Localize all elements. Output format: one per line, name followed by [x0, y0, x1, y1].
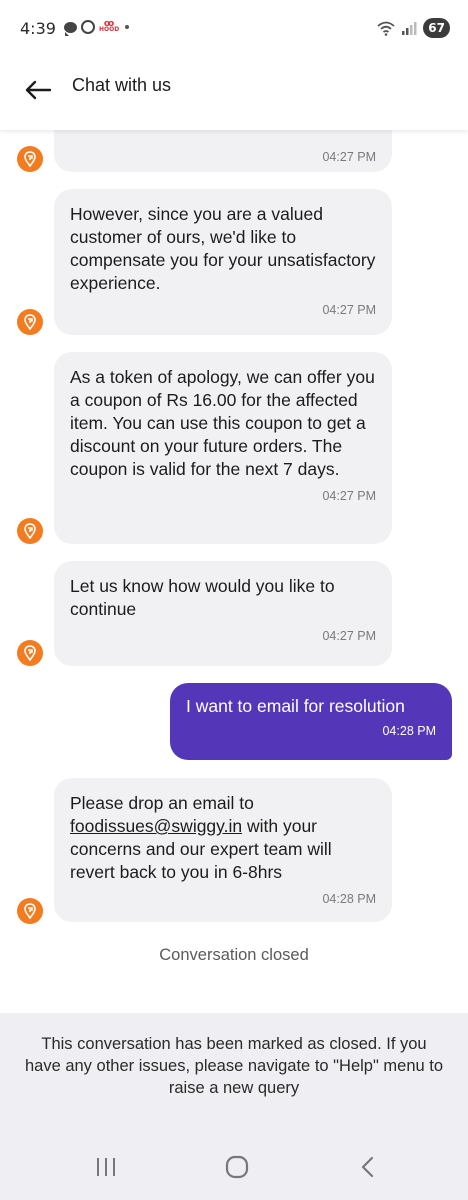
back-nav-button[interactable]: [348, 1149, 388, 1185]
signal-icon: [402, 22, 417, 35]
message-text-part: Please drop an email to: [70, 793, 254, 813]
bot-avatar: [17, 640, 43, 666]
app-header: Chat with us: [0, 60, 468, 130]
recent-apps-button[interactable]: [86, 1149, 126, 1185]
bot-message: 04:27 PM: [54, 130, 392, 172]
back-chevron-icon: [361, 1156, 374, 1178]
conversation-status: Conversation closed: [159, 946, 309, 964]
message-text: Let us know how would you like to contin…: [70, 576, 335, 619]
back-button[interactable]: [22, 74, 54, 106]
chat-messages[interactable]: 04:27 PM However, since you are a valued…: [0, 130, 468, 982]
message-time: 04:28 PM: [322, 892, 376, 906]
swiggy-logo-icon: [24, 903, 36, 919]
swiggy-logo-icon: [24, 151, 36, 167]
bot-message: As a token of apology, we can offer you …: [54, 352, 392, 544]
arrow-left-icon: [25, 80, 52, 100]
bot-message: Let us know how would you like to contin…: [54, 561, 392, 666]
swiggy-logo-icon: [24, 314, 36, 330]
status-bar: 4:39 oo HOOD 67: [0, 0, 468, 60]
bot-avatar: [17, 146, 43, 172]
message-text: I want to email for resolution: [186, 696, 405, 716]
closed-notice: This conversation has been marked as clo…: [0, 1013, 468, 1133]
swiggy-logo-icon: [24, 645, 36, 661]
whatsapp-icon: [81, 20, 95, 34]
home-icon: [225, 1155, 249, 1179]
user-message: I want to email for resolution 04:28 PM: [170, 683, 452, 760]
battery-icon: 67: [423, 18, 450, 38]
dot-icon: [125, 25, 129, 29]
chat-bubble-icon: [64, 21, 77, 36]
message-text: Please drop an email to foodissues@swigg…: [70, 792, 376, 884]
message-time: 04:28 PM: [382, 724, 436, 738]
page-title: Chat with us: [72, 75, 172, 95]
message-time: 04:27 PM: [322, 150, 376, 164]
swiggy-logo-icon: [24, 523, 36, 539]
notification-icons: oo HOOD: [64, 19, 129, 36]
bot-avatar: [17, 518, 43, 544]
status-time: 4:39: [20, 19, 56, 38]
bot-message: Please drop an email to foodissues@swigg…: [54, 778, 392, 922]
recent-apps-icon: [97, 1158, 115, 1176]
system-nav-bar: [0, 1133, 468, 1200]
message-text: However, since you are a valued customer…: [70, 204, 376, 293]
home-button[interactable]: [217, 1149, 257, 1185]
system-icons: 67: [377, 18, 450, 38]
message-text: As a token of apology, we can offer you …: [70, 367, 375, 479]
email-link[interactable]: foodissues@swiggy.in: [70, 816, 242, 836]
message-time: 04:27 PM: [322, 489, 376, 503]
bot-avatar: [17, 898, 43, 924]
message-time: 04:27 PM: [322, 629, 376, 643]
bot-avatar: [17, 309, 43, 335]
hood-app-icon: oo HOOD: [99, 19, 120, 33]
bot-message: However, since you are a valued customer…: [54, 189, 392, 335]
message-time: 04:27 PM: [322, 303, 376, 317]
wifi-icon: [377, 21, 395, 36]
